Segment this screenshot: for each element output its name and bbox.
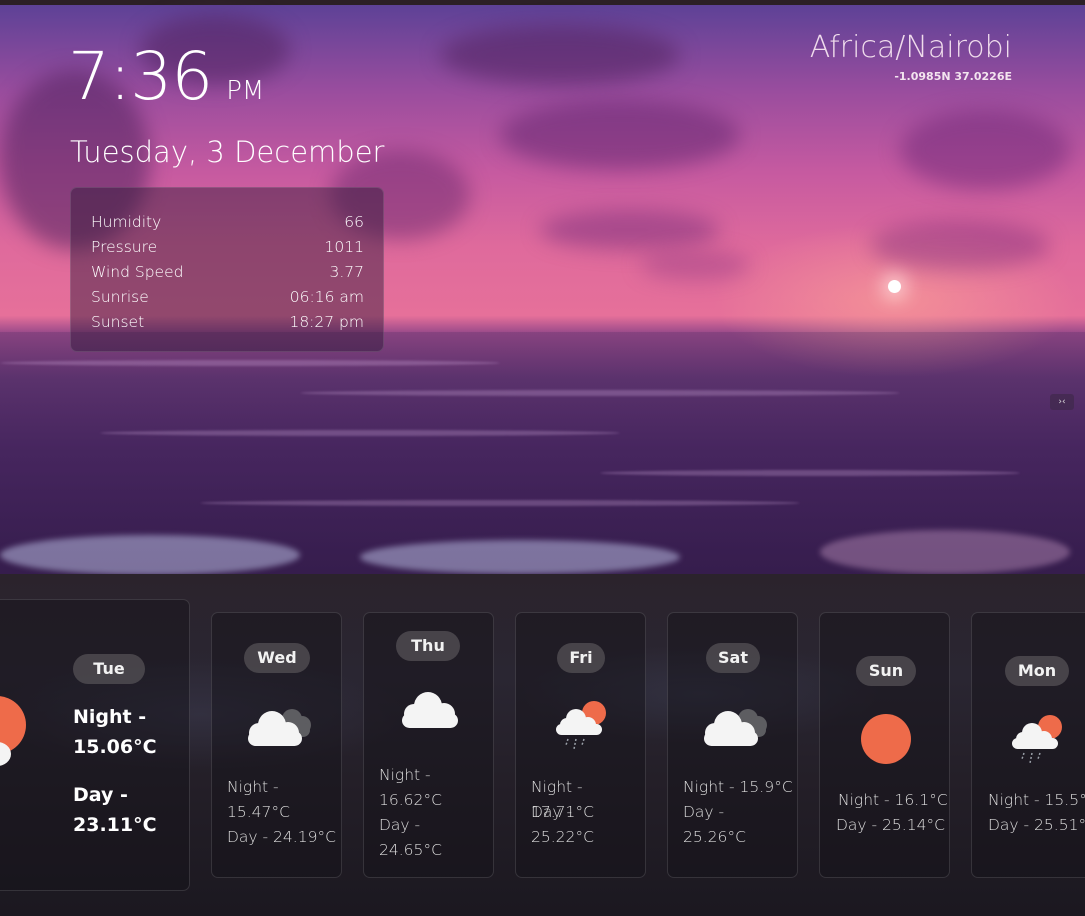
weather-stats-panel: Humidity 66 Pressure 1011 Wind Speed 3.77 S… (70, 187, 384, 352)
stat-label: Sunrise (91, 287, 149, 306)
stat-value: 1011 (324, 237, 364, 256)
wave (100, 430, 620, 436)
cloud-shape (500, 100, 740, 170)
day-temp: 25.26°C (683, 828, 746, 846)
wave-foam (820, 530, 1070, 574)
day-temp: Day - 24.19°C (227, 828, 336, 846)
day-pill: Thu (396, 631, 460, 661)
stat-sunrise: Sunrise 06:16 am (91, 284, 364, 309)
cloudy-icon (248, 709, 311, 746)
day-temp: Day - 25.51°C (988, 816, 1085, 834)
stat-sunset: Sunset 18:27 pm (91, 309, 364, 334)
day-temp: 25.22°C (531, 828, 594, 846)
day-label: Day - (683, 803, 725, 821)
stat-label: Humidity (91, 212, 162, 231)
day-pill: Sat (706, 643, 760, 673)
forecast-card-sat: Sat Night - 15.9°C Day - 25.26°C (667, 612, 798, 878)
cloud-shape (870, 220, 1050, 270)
night-temp: Night - 15.9°C (683, 778, 793, 796)
day-label: Day - (531, 803, 573, 821)
stat-label: Sunset (91, 312, 145, 331)
stat-wind-speed: Wind Speed 3.77 (91, 259, 364, 284)
day-temp: 24.65°C (379, 841, 442, 859)
cloud-shape (900, 110, 1070, 190)
day-temp: Day - 23.11°C (73, 784, 157, 836)
timezone-name: Africa/Nairobi (809, 30, 1012, 65)
top-bar (0, 0, 1085, 5)
day-pill: Sun (856, 656, 916, 686)
stat-value: 3.77 (329, 262, 364, 281)
timezone-coordinates: -1.0985N 37.0226E (894, 70, 1012, 83)
night-temp: Night - 16.1°C (838, 791, 948, 809)
night-label: Night - (227, 778, 279, 796)
cloud-icon (402, 692, 458, 728)
wave (200, 500, 800, 506)
night-temp: 15.47°C (227, 803, 290, 821)
setting-sun (888, 280, 901, 293)
forecast-strip: Tue Night - 15.06°C Day - 23.11°C Wed Ni… (0, 574, 1085, 916)
day-pill: Fri (557, 643, 605, 673)
collapse-toggle-button[interactable]: ›‹ (1050, 394, 1074, 410)
wave-foam (0, 535, 300, 574)
wave (300, 390, 900, 396)
day-label: Day - (379, 816, 421, 834)
stat-value: 06:16 am (289, 287, 364, 306)
forecast-card-sun: Sun Night - 16.1°C Day - 25.14°C (819, 612, 950, 878)
day-temp: Day - 25.14°C (836, 816, 945, 834)
cloud-shape (440, 25, 680, 85)
clock-time: 7:36 (68, 38, 213, 115)
wave (600, 470, 1020, 476)
stat-pressure: Pressure 1011 (91, 234, 364, 259)
night-temp: Night - 15.5°C (988, 791, 1085, 809)
stat-label: Pressure (91, 237, 158, 256)
night-temp: 16.62°C (379, 791, 442, 809)
clock: 7:36 PM (68, 38, 264, 115)
forecast-card-wed: Wed Night - 15.47°C Day - 24.19°C (211, 612, 342, 878)
cloudy-icon (704, 709, 767, 746)
day-pill: Wed (244, 643, 310, 673)
stat-value: 66 (344, 212, 364, 231)
day-pill: Mon (1005, 656, 1069, 686)
rain-sun-icon (1012, 715, 1062, 764)
rain-sun-icon (556, 701, 606, 750)
stat-value: 18:27 pm (289, 312, 364, 331)
cloud-shape (540, 210, 720, 250)
forecast-card-fri: Fri Night - 17.71°C Day - 25.22°C (515, 612, 646, 878)
night-label: Night - (379, 766, 431, 784)
wave (0, 360, 500, 366)
night-temp: Night - 15.06°C (73, 706, 157, 758)
cloud-shape (640, 250, 750, 280)
current-date: Tuesday, 3 December (70, 135, 385, 169)
wave-foam (360, 540, 680, 574)
timezone-block: Africa/Nairobi -1.0985N 37.0226E (810, 30, 1012, 83)
sun-icon (861, 714, 911, 764)
stat-label: Wind Speed (91, 262, 184, 281)
day-pill: Tue (73, 654, 145, 684)
forecast-card-tue: Tue Night - 15.06°C Day - 23.11°C (0, 599, 190, 891)
sun-cloud-partial-icon (0, 696, 26, 766)
stat-humidity: Humidity 66 (91, 209, 364, 234)
forecast-card-thu: Thu Night - 16.62°C Day - 24.65°C (363, 612, 494, 878)
forecast-card-mon: Mon Night - 15.5°C Day - 25.51°C (971, 612, 1085, 878)
clock-ampm: PM (226, 76, 265, 106)
